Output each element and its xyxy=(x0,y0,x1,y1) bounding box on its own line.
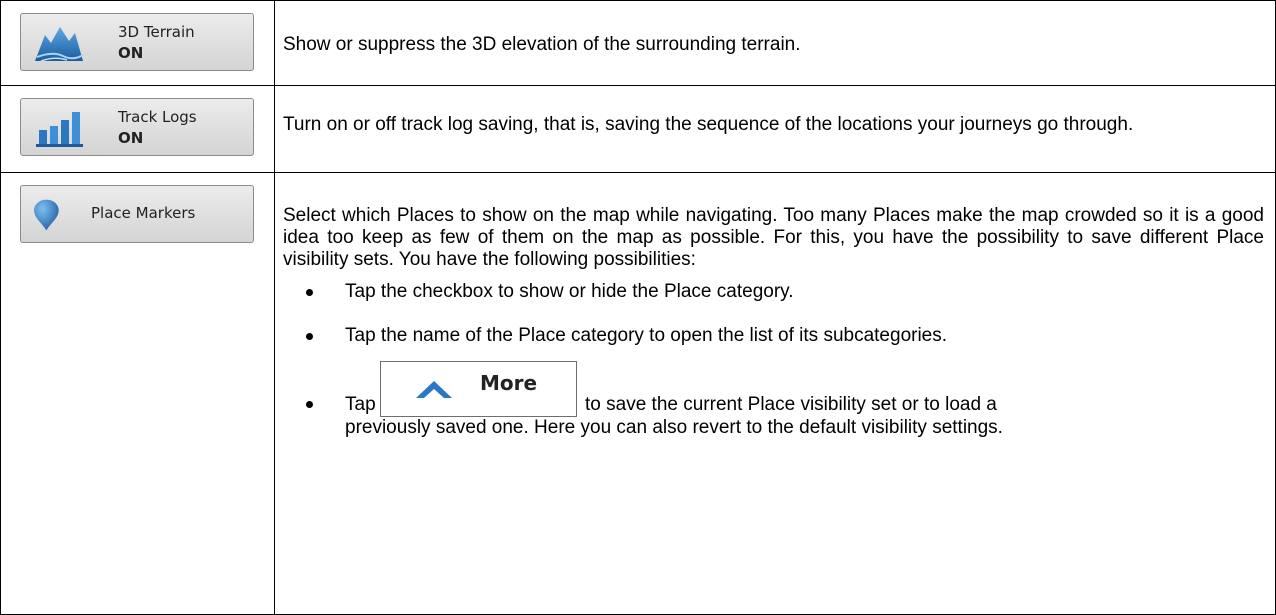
terrain-icon xyxy=(35,27,84,62)
button-value: ON xyxy=(118,129,144,147)
description-text: Select which Places to show on the map w… xyxy=(283,205,1264,270)
track-logs-icon xyxy=(36,112,83,147)
button-cell: 3D Terrain ON xyxy=(0,0,275,86)
button-label: 3D Terrain xyxy=(118,23,195,41)
table-row: Place Markers Select which Places to sho… xyxy=(0,172,1276,615)
button-cell: Place Markers xyxy=(0,172,275,615)
list-item-text: Tap the name of the Place category to op… xyxy=(345,325,948,346)
list-item: Tap the name of the Place category to op… xyxy=(283,325,1264,347)
bullet-dot xyxy=(306,401,313,408)
bullet-dot xyxy=(306,333,313,340)
more-button-label: More xyxy=(480,371,538,395)
place-marker-icon xyxy=(34,199,59,231)
settings-table: 3D Terrain ON Show or suppress the 3D el… xyxy=(0,0,1276,615)
list-item: Tap the checkbox to show or hide the Pla… xyxy=(283,281,1264,303)
bullet-dot xyxy=(306,289,313,296)
tap-text: Tap xyxy=(345,394,376,415)
table-row: 3D Terrain ON Show or suppress the 3D el… xyxy=(0,0,1276,86)
description-text: Turn on or off track log saving, that is… xyxy=(283,114,1134,135)
chevron-up-icon xyxy=(416,381,452,398)
list-item-text: Tap the checkbox to show or hide the Pla… xyxy=(345,281,794,302)
tap-rest-text: to save the current Place visibility set… xyxy=(585,394,997,415)
list-item: Tap More to save the current Place visib… xyxy=(283,361,1264,439)
possibilities-list: Tap the checkbox to show or hide the Pla… xyxy=(283,281,1264,439)
description-cell: Select which Places to show on the map w… xyxy=(274,172,1276,615)
description-text: Show or suppress the 3D elevation of the… xyxy=(283,34,801,55)
button-label: Track Logs xyxy=(118,108,197,126)
button-value: ON xyxy=(118,44,144,62)
button-label: Place Markers xyxy=(91,204,196,222)
description-block: Select which Places to show on the map w… xyxy=(283,205,1264,439)
button-cell: Track Logs ON xyxy=(0,85,275,173)
description-cell: Turn on or off track log saving, that is… xyxy=(274,85,1276,173)
more-line: Tap More to save the current Place visib… xyxy=(283,361,1264,424)
place-markers-button[interactable]: Place Markers xyxy=(20,185,254,243)
track-logs-button[interactable]: Track Logs ON xyxy=(20,98,254,156)
description-cell: Show or suppress the 3D elevation of the… xyxy=(274,0,1276,86)
3d-terrain-button[interactable]: 3D Terrain ON xyxy=(20,13,254,71)
more-button[interactable]: More xyxy=(380,361,577,417)
table-row: Track Logs ON Turn on or off track log s… xyxy=(0,85,1276,173)
